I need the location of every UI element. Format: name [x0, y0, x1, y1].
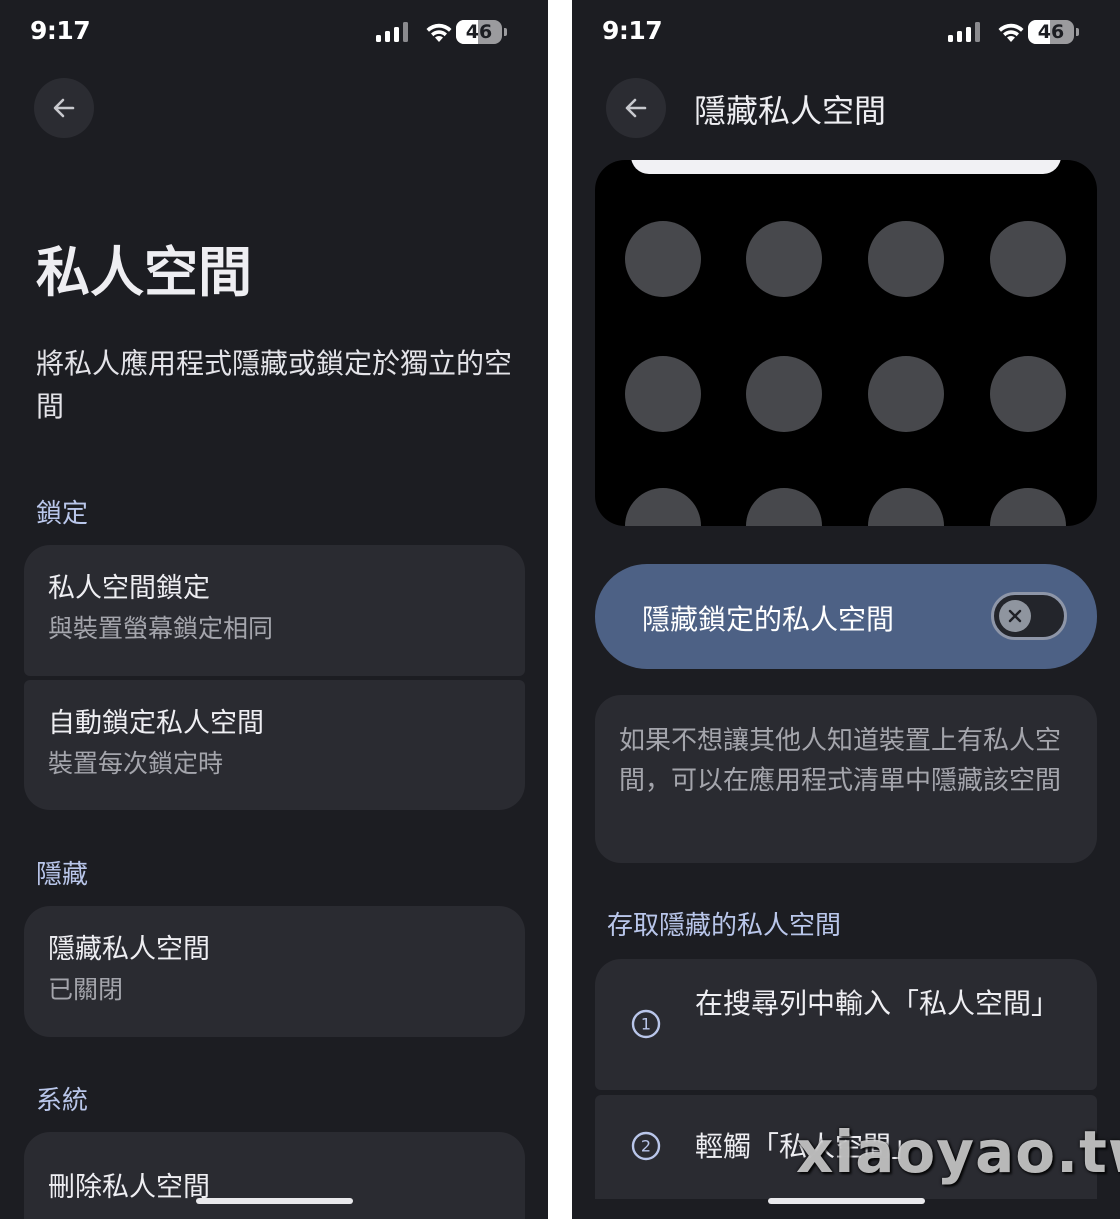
app-icon-placeholder: [990, 356, 1066, 432]
search-bar-illustration: [631, 160, 1061, 174]
app-icon-placeholder: [625, 356, 701, 432]
battery-icon: 46: [1028, 20, 1079, 44]
battery-level: 46: [1037, 21, 1065, 43]
step-item-1: 1 在搜尋列中輸入「私人空間」: [595, 959, 1097, 1090]
switch-thumb: [999, 600, 1031, 632]
arrow-left-icon: [53, 98, 75, 118]
setting-auto-lock[interactable]: 自動鎖定私人空間 裝置每次鎖定時: [24, 680, 525, 810]
cellular-signal-icon: [376, 22, 408, 42]
app-icon-placeholder: [625, 221, 701, 297]
setting-delete-private-space[interactable]: 刪除私人空間: [24, 1132, 525, 1219]
setting-subtitle: 裝置每次鎖定時: [48, 749, 224, 778]
page-title: 隱藏私人空間: [694, 92, 887, 130]
cellular-signal-icon: [948, 22, 980, 42]
number-one-circle-icon: 1: [631, 1009, 661, 1039]
close-icon: [1008, 609, 1022, 623]
page-title: 私人空間: [36, 241, 252, 304]
hide-locked-private-space-row[interactable]: 隱藏鎖定的私人空間: [595, 564, 1097, 669]
app-icon-placeholder: [990, 488, 1066, 526]
arrow-left-icon: [625, 98, 647, 118]
svg-text:2: 2: [641, 1137, 651, 1156]
status-bar: 9:17 46: [572, 14, 1120, 54]
page-description: 將私人應用程式隱藏或鎖定於獨立的空間: [36, 347, 513, 423]
setting-subtitle: 與裝置螢幕鎖定相同: [48, 614, 274, 643]
app-grid-illustration: [595, 160, 1097, 526]
section-label-lock: 鎖定: [36, 499, 89, 529]
info-card: 如果不想讓其他人知道裝置上有私人空間，可以在應用程式清單中隱藏該空間: [595, 695, 1097, 863]
setting-title: 私人空間鎖定: [48, 573, 210, 604]
toggle-label: 隱藏鎖定的私人空間: [642, 603, 895, 636]
setting-title: 自動鎖定私人空間: [48, 708, 264, 739]
status-time: 9:17: [602, 16, 663, 45]
back-button[interactable]: [606, 78, 666, 138]
battery-level: 46: [465, 21, 493, 43]
setting-private-space-lock[interactable]: 私人空間鎖定 與裝置螢幕鎖定相同: [24, 545, 525, 676]
home-indicator[interactable]: [196, 1198, 353, 1204]
app-icon-placeholder: [625, 488, 701, 526]
app-icon-placeholder: [868, 356, 944, 432]
watermark-text: xiaoyao.tw: [796, 1118, 1120, 1186]
right-screen: 9:17 46 隱藏私人空間 隱藏鎖定的私人空間 如果不想讓其他人知道裝置上有私…: [572, 0, 1120, 1219]
setting-title: 隱藏私人空間: [48, 934, 210, 965]
section-label-system: 系統: [36, 1086, 89, 1116]
section-label-hide: 隱藏: [36, 860, 89, 890]
hide-private-space-switch[interactable]: [991, 592, 1067, 640]
number-two-circle-icon: 2: [631, 1131, 661, 1161]
app-icon-placeholder: [990, 221, 1066, 297]
app-icon-placeholder: [746, 356, 822, 432]
home-indicator[interactable]: [768, 1198, 925, 1204]
left-screen: 9:17 46 私人空間 將私人應用程式隱藏或鎖定於獨立的空間 鎖定 私人空間鎖…: [0, 0, 548, 1219]
app-icon-placeholder: [746, 221, 822, 297]
battery-icon: 46: [456, 20, 507, 44]
wifi-icon: [426, 23, 452, 42]
setting-subtitle: 已關閉: [48, 975, 124, 1004]
setting-hide-private-space[interactable]: 隱藏私人空間 已關閉: [24, 906, 525, 1037]
svg-text:1: 1: [641, 1015, 651, 1034]
wifi-icon: [998, 23, 1024, 42]
section-label-access: 存取隱藏的私人空間: [607, 911, 842, 941]
back-button[interactable]: [34, 78, 94, 138]
app-icon-placeholder: [746, 488, 822, 526]
status-bar: 9:17 46: [0, 14, 548, 54]
app-icon-placeholder: [868, 221, 944, 297]
status-time: 9:17: [30, 16, 91, 45]
step-text: 在搜尋列中輸入「私人空間」: [695, 987, 1060, 1020]
info-text: 如果不想讓其他人知道裝置上有私人空間，可以在應用程式清單中隱藏該空間: [619, 726, 1062, 796]
app-icon-placeholder: [868, 488, 944, 526]
